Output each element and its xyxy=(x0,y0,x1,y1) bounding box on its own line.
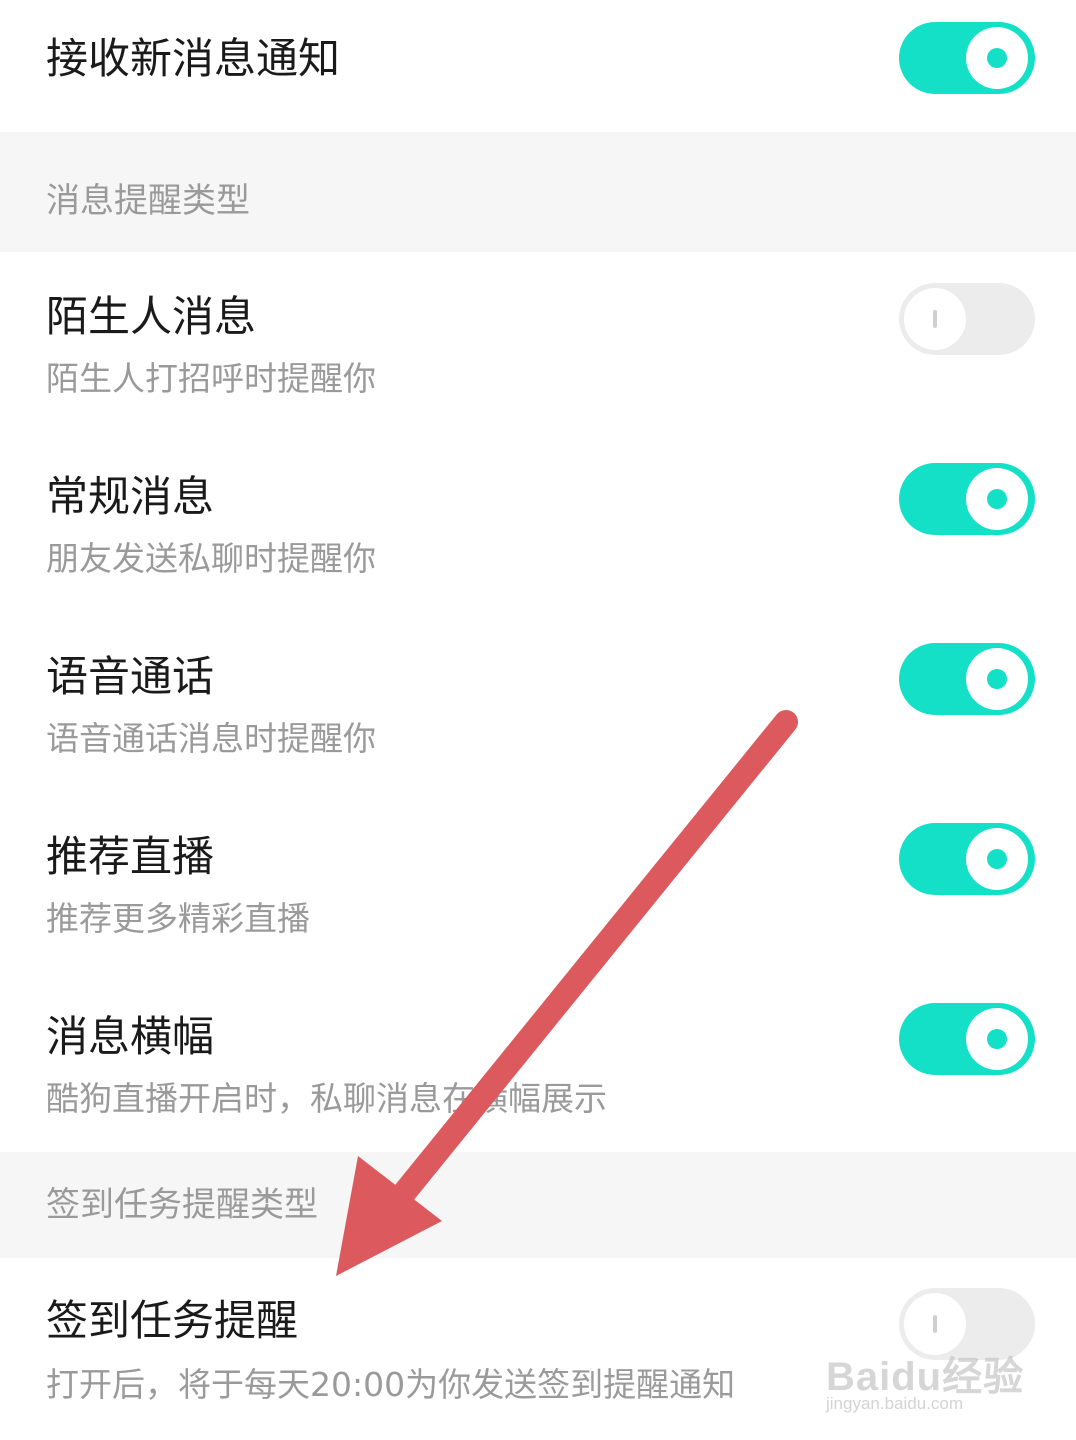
setting-row-voice-call[interactable]: 语音通话 语音通话消息时提醒你 xyxy=(0,612,1076,792)
section-label: 消息提醒类型 xyxy=(46,181,250,221)
stranger-messages-toggle[interactable] xyxy=(899,283,1035,355)
setting-row-message-banner[interactable]: 消息横幅 酷狗直播开启时，私聊消息在横幅展示 xyxy=(0,972,1076,1152)
section-header-checkin: 签到任务提醒类型 xyxy=(0,1152,1076,1258)
setting-title: 签到任务提醒 xyxy=(46,1296,299,1345)
setting-title: 语音通话 xyxy=(46,652,215,701)
notification-settings-page: 接收新消息通知 消息提醒类型 陌生人消息 陌生人打招呼时提醒你 常规消息 朋友发… xyxy=(0,0,1076,1440)
toggle-knob xyxy=(966,828,1028,890)
setting-subtitle: 朋友发送私聊时提醒你 xyxy=(46,539,376,578)
toggle-knob xyxy=(904,288,966,350)
setting-row-stranger-messages[interactable]: 陌生人消息 陌生人打招呼时提醒你 xyxy=(0,252,1076,432)
toggle-knob xyxy=(904,1293,966,1355)
toggle-on-indicator xyxy=(987,1029,1007,1049)
setting-title: 陌生人消息 xyxy=(46,292,257,341)
toggle-knob xyxy=(966,27,1028,89)
setting-subtitle: 打开后，将于每天20:00为你发送签到提醒通知 xyxy=(46,1365,736,1404)
receive-notifications-toggle[interactable] xyxy=(899,22,1035,94)
voice-call-toggle[interactable] xyxy=(899,643,1035,715)
toggle-knob xyxy=(966,648,1028,710)
toggle-off-indicator xyxy=(933,310,937,328)
recommended-live-toggle[interactable] xyxy=(899,823,1035,895)
setting-row-recommended-live[interactable]: 推荐直播 推荐更多精彩直播 xyxy=(0,792,1076,972)
setting-title: 接收新消息通知 xyxy=(46,34,341,83)
setting-row-receive-notifications[interactable]: 接收新消息通知 xyxy=(0,0,1076,132)
setting-subtitle: 语音通话消息时提醒你 xyxy=(46,719,376,758)
setting-title: 常规消息 xyxy=(46,472,215,521)
setting-subtitle: 陌生人打招呼时提醒你 xyxy=(46,359,376,398)
setting-row-checkin-reminder[interactable]: 签到任务提醒 打开后，将于每天20:00为你发送签到提醒通知 xyxy=(0,1258,1076,1440)
toggle-on-indicator xyxy=(987,489,1007,509)
setting-subtitle: 推荐更多精彩直播 xyxy=(46,899,310,938)
setting-title: 消息横幅 xyxy=(46,1012,215,1061)
message-banner-toggle[interactable] xyxy=(899,1003,1035,1075)
setting-subtitle: 酷狗直播开启时，私聊消息在横幅展示 xyxy=(46,1079,607,1118)
toggle-on-indicator xyxy=(987,669,1007,689)
setting-row-regular-messages[interactable]: 常规消息 朋友发送私聊时提醒你 xyxy=(0,432,1076,612)
checkin-reminder-toggle[interactable] xyxy=(899,1288,1035,1360)
setting-title: 推荐直播 xyxy=(46,832,215,881)
regular-messages-toggle[interactable] xyxy=(899,463,1035,535)
toggle-off-indicator xyxy=(933,1315,937,1333)
toggle-knob xyxy=(966,1008,1028,1070)
section-header-message-types: 消息提醒类型 xyxy=(0,132,1076,252)
toggle-on-indicator xyxy=(987,48,1007,68)
section-label: 签到任务提醒类型 xyxy=(46,1185,318,1225)
toggle-knob xyxy=(966,468,1028,530)
toggle-on-indicator xyxy=(987,849,1007,869)
